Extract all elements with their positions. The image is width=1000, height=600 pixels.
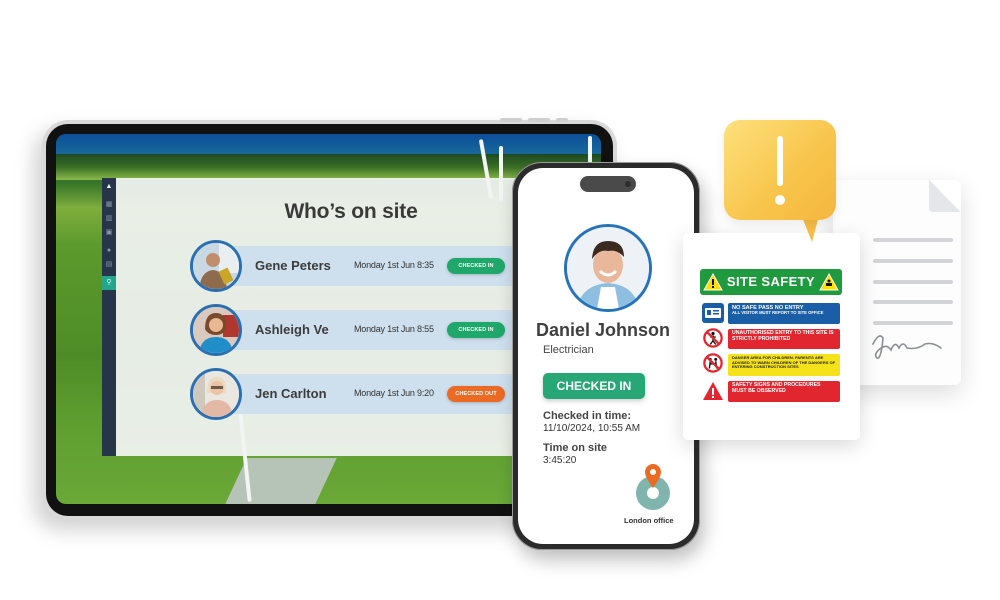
person-photo-icon xyxy=(567,227,649,309)
list-item[interactable]: Jen Carlton Monday 1st Jun 9:20 CHECKED … xyxy=(190,368,532,420)
avatar xyxy=(190,240,242,292)
site-safety-title: SITE SAFETY xyxy=(726,274,816,289)
person-photo-icon xyxy=(193,307,239,353)
chevron-up-icon[interactable]: ▲ xyxy=(102,182,116,192)
phone-screen: Daniel Johnson Electrician CHECKED IN Ch… xyxy=(518,168,694,544)
safety-row: DANGER AREA FOR CHILDREN. PARENTS ARE AD… xyxy=(728,354,840,376)
text-line xyxy=(873,238,953,242)
stage: ▲ ▦ ▥ ▣ ● ▤ ⚲ Who’s on site Gene Peters … xyxy=(0,0,1000,600)
safety-row-subtext: ALL VISITOR MUST REPORT TO SITE OFFICE xyxy=(732,310,824,316)
dynamic-island xyxy=(580,176,636,192)
alert-bubble xyxy=(724,120,836,220)
check-time: Monday 1st Jun 8:55 xyxy=(354,324,434,334)
status-badge: CHECKED IN xyxy=(447,258,505,274)
avatar xyxy=(190,304,242,356)
phone-device: Daniel Johnson Electrician CHECKED IN Ch… xyxy=(512,162,700,550)
map-pin-icon xyxy=(645,464,661,488)
time-on-site-value: 3:45:20 xyxy=(543,455,577,466)
location-icon[interactable]: ⚲ xyxy=(102,276,116,290)
list-item[interactable]: Ashleigh Ve Monday 1st Jun 8:55 CHECKED … xyxy=(190,304,532,356)
site-safety-header: SITE SAFETY xyxy=(700,269,842,295)
person-name: Daniel Johnson xyxy=(536,320,671,340)
person-photo-icon xyxy=(193,371,239,417)
text-line xyxy=(873,300,953,304)
safety-row: UNAUTHORISED ENTRY TO THIS SITE IS STRIC… xyxy=(728,329,840,349)
text-line xyxy=(873,259,953,263)
checked-in-button[interactable]: CHECKED IN xyxy=(543,373,645,399)
background-road xyxy=(225,458,337,504)
checked-in-label: Checked in time: xyxy=(543,410,632,422)
person-name: Ashleigh Ve xyxy=(255,322,329,337)
background-sky xyxy=(56,134,601,156)
chart-icon[interactable]: ▥ xyxy=(102,214,116,224)
id-card-icon xyxy=(702,303,724,323)
safety-row: NO SAFE PASS NO ENTRY ALL VISITOR MUST R… xyxy=(728,303,840,324)
location-label: London office xyxy=(624,516,674,525)
camera-icon xyxy=(625,181,631,187)
page-fold-icon xyxy=(929,180,961,212)
user-icon[interactable]: ● xyxy=(102,246,116,256)
person-photo-icon xyxy=(193,243,239,289)
warning-icon xyxy=(703,273,723,291)
warning-triangle-icon xyxy=(703,382,723,400)
person-name: Gene Peters xyxy=(255,258,331,273)
safety-row: SAFETY SIGNS AND PROCEDURES MUST BE OBSE… xyxy=(728,381,840,402)
status-badge: CHECKED IN xyxy=(447,322,505,338)
sidebar: ▲ ▦ ▥ ▣ ● ▤ ⚲ xyxy=(102,178,116,456)
text-line xyxy=(873,280,953,284)
text-line xyxy=(873,321,953,325)
dashboard-icon[interactable]: ▦ xyxy=(102,200,116,210)
list-item[interactable]: Gene Peters Monday 1st Jun 8:35 CHECKED … xyxy=(190,240,532,292)
time-on-site-label: Time on site xyxy=(543,442,607,454)
person-name: Jen Carlton xyxy=(255,386,327,401)
status-badge: CHECKED OUT xyxy=(447,386,505,402)
checked-in-value: 11/10/2024, 10:55 AM xyxy=(543,423,641,434)
check-time: Monday 1st Jun 9:20 xyxy=(354,388,434,398)
exclamation-icon xyxy=(777,136,783,186)
inbox-icon[interactable]: ▣ xyxy=(102,228,116,238)
avatar xyxy=(190,368,242,420)
person-role: Electrician xyxy=(543,344,594,356)
site-safety-sign: SITE SAFETY NO SAFE PASS NO ENTRY ALL VI… xyxy=(683,233,860,440)
exclamation-dot-icon xyxy=(775,195,785,205)
no-children-icon xyxy=(703,353,723,373)
check-time: Monday 1st Jun 8:35 xyxy=(354,260,434,270)
avatar xyxy=(564,224,652,312)
signature-icon xyxy=(872,335,942,359)
building-icon[interactable]: ▤ xyxy=(102,260,116,270)
no-entry-person-icon xyxy=(703,328,723,348)
worker-warning-icon xyxy=(819,273,839,291)
